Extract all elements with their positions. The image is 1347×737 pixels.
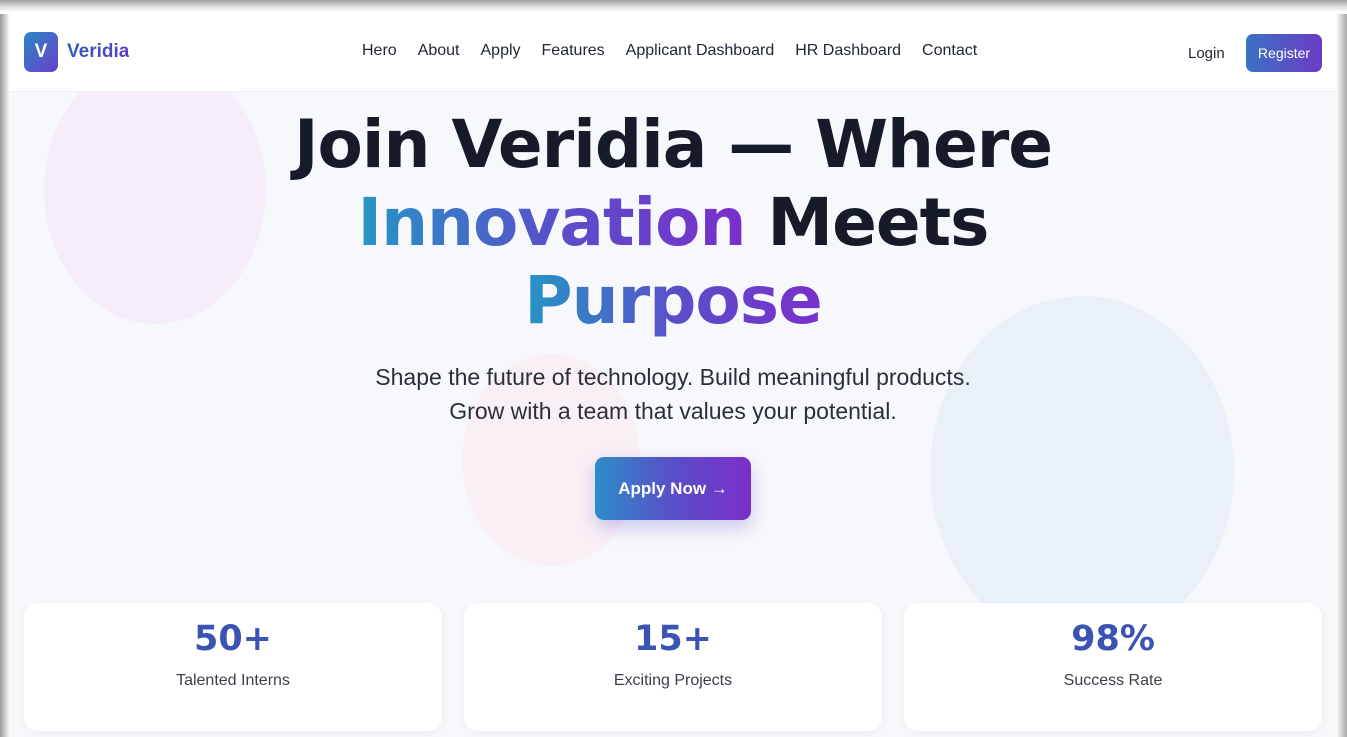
hero-title-highlight-innovation: Innovation xyxy=(357,184,747,261)
logo-mark-icon: V xyxy=(24,32,58,72)
brand-name: Veridia xyxy=(67,41,130,62)
nav-link-features[interactable]: Features xyxy=(542,42,605,60)
hero-title: Join Veridia — Where Innovation Meets Pu… xyxy=(10,106,1336,340)
hero-title-line2-rest: Meets xyxy=(745,184,989,261)
page-viewport: V Veridia Hero About Apply Features Appl… xyxy=(10,14,1336,737)
hero-subtitle-line2: Grow with a team that values your potent… xyxy=(449,398,897,424)
stat-value: 50+ xyxy=(193,619,273,659)
stat-value: 98% xyxy=(1071,619,1155,659)
apply-now-button[interactable]: Apply Now → xyxy=(595,457,751,520)
nav-links: Hero About Apply Features Applicant Dash… xyxy=(362,42,977,60)
hero-subtitle-line1: Shape the future of technology. Build me… xyxy=(375,364,971,390)
decorative-blob-blue xyxy=(930,296,1234,646)
login-link[interactable]: Login xyxy=(1188,45,1225,62)
stat-card-projects: 15+ Exciting Projects xyxy=(464,603,882,731)
hero-title-line1: Join Veridia — Where xyxy=(293,106,1053,183)
stat-label: Success Rate xyxy=(1063,672,1163,689)
register-button[interactable]: Register xyxy=(1246,34,1322,72)
brand-logo[interactable]: V Veridia xyxy=(24,32,129,72)
nav-link-contact[interactable]: Contact xyxy=(922,42,977,60)
stat-value: 15+ xyxy=(633,619,713,659)
nav-link-apply[interactable]: Apply xyxy=(481,42,521,60)
stat-label: Talented Interns xyxy=(176,672,290,689)
nav-link-hero[interactable]: Hero xyxy=(362,42,397,60)
stat-label: Exciting Projects xyxy=(613,672,733,689)
nav-link-applicant-dashboard[interactable]: Applicant Dashboard xyxy=(626,42,775,60)
stat-card-interns: 50+ Talented Interns xyxy=(24,603,442,731)
hero-subtitle: Shape the future of technology. Build me… xyxy=(10,360,1336,428)
window-frame-top xyxy=(0,0,1347,14)
nav-link-about[interactable]: About xyxy=(418,42,460,60)
stat-card-success: 98% Success Rate xyxy=(904,603,1322,731)
nav-link-hr-dashboard[interactable]: HR Dashboard xyxy=(795,42,901,60)
navbar: V Veridia Hero About Apply Features Appl… xyxy=(10,14,1336,92)
hero-title-highlight-purpose: Purpose xyxy=(524,262,823,339)
